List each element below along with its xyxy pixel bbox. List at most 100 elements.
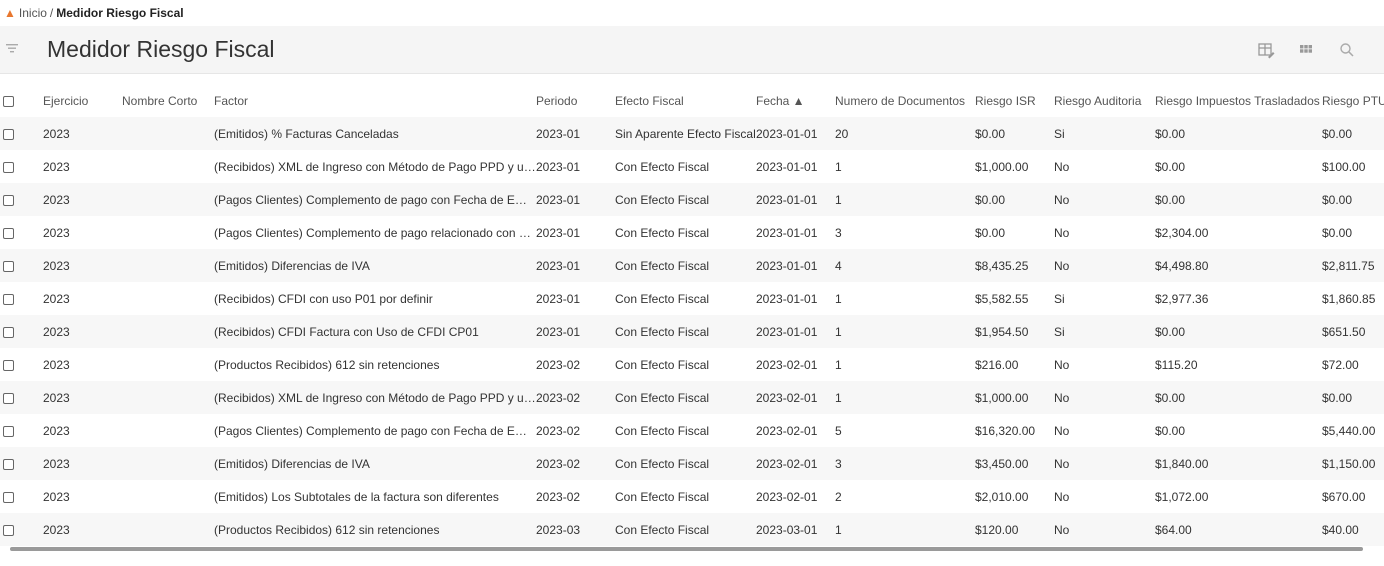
table-cell: 2023-02 [536, 381, 615, 414]
table-row[interactable]: 2023 (Recibidos) CFDI Factura con Uso de … [0, 315, 1384, 348]
table-cell: 2023-03-01 [756, 513, 835, 546]
row-checkbox[interactable] [3, 491, 14, 503]
table-cell: $0.00 [1155, 381, 1322, 414]
table-row[interactable]: 2023 (Emitidos) Diferencias de IVA 2023-02… [0, 447, 1384, 480]
search-icon[interactable] [1338, 41, 1356, 59]
row-checkbox[interactable] [3, 227, 14, 239]
table-cell: No [1054, 447, 1155, 480]
table-cell: 2023 [43, 282, 122, 315]
row-checkbox[interactable] [3, 326, 14, 338]
table-cell: No [1054, 381, 1155, 414]
table-cell: 2023 [43, 117, 122, 150]
filter-icon[interactable] [5, 42, 19, 54]
column-header[interactable]: Nombre Corto [122, 84, 214, 117]
table-cell [122, 447, 214, 480]
table-cell: $16,320.00 [975, 414, 1054, 447]
row-checkbox[interactable] [3, 359, 14, 371]
table-row[interactable]: 2023 (Recibidos) CFDI con uso P01 por def… [0, 282, 1384, 315]
table-cell: $1,072.00 [1155, 480, 1322, 513]
table-row[interactable]: 2023 (Emitidos) Diferencias de IVA 2023-01… [0, 249, 1384, 282]
breadcrumb: ▲ Inicio / Medidor Riesgo Fiscal [0, 0, 1384, 26]
row-checkbox[interactable] [3, 524, 14, 536]
table-row[interactable]: 2023 (Recibidos) XML de Ingreso con Métod… [0, 150, 1384, 183]
home-icon[interactable]: ▲ [4, 6, 16, 20]
table-cell: No [1054, 249, 1155, 282]
table-cell: $40.00 [1322, 513, 1384, 546]
table-cell: 2023-02-01 [756, 381, 835, 414]
table-cell: 1 [835, 381, 975, 414]
breadcrumb-home-link[interactable]: Inicio [19, 6, 47, 20]
table-cell: $64.00 [1155, 513, 1322, 546]
row-checkbox-cell [0, 150, 43, 183]
table-cell: 1 [835, 513, 975, 546]
table-cell [122, 513, 214, 546]
table-cell: 2023-01-01 [756, 216, 835, 249]
table-cell: 2023-02 [536, 480, 615, 513]
table-cell: $0.00 [1155, 183, 1322, 216]
table-row[interactable]: 2023 (Pagos Clientes) Complemento de pago… [0, 216, 1384, 249]
table-cell: 2023-01-01 [756, 183, 835, 216]
table-cell: $216.00 [975, 348, 1054, 381]
table-cell: $1,000.00 [975, 150, 1054, 183]
table-cell: Con Efecto Fiscal [615, 414, 756, 447]
row-checkbox[interactable] [3, 161, 14, 173]
horizontal-scrollbar[interactable] [10, 547, 1363, 551]
table-row[interactable]: 2023 (Productos Recibidos) 612 sin retenc… [0, 348, 1384, 381]
row-checkbox[interactable] [3, 293, 14, 305]
table-cell: 2023-01-01 [756, 282, 835, 315]
table-cell: $5,440.00 [1322, 414, 1384, 447]
table-row[interactable]: 2023 (Recibidos) XML de Ingreso con Métod… [0, 381, 1384, 414]
page-header: Medidor Riesgo Fiscal [0, 26, 1384, 74]
row-checkbox[interactable] [3, 260, 14, 272]
column-header[interactable]: Riesgo ISR [975, 84, 1054, 117]
column-header[interactable]: Riesgo Impuestos Trasladados [1155, 84, 1322, 117]
row-checkbox[interactable] [3, 128, 14, 140]
row-checkbox[interactable] [3, 194, 14, 206]
table-cell: (Recibidos) XML de Ingreso con Método de… [214, 381, 536, 414]
column-header[interactable]: Ejercicio [43, 84, 122, 117]
table-cell: $0.00 [1155, 117, 1322, 150]
table-row[interactable]: 2023 (Emitidos) Los Subtotales de la fact… [0, 480, 1384, 513]
table-cell [122, 150, 214, 183]
table-row[interactable]: 2023 (Emitidos) % Facturas Canceladas 2023… [0, 117, 1384, 150]
table-cell [122, 282, 214, 315]
row-checkbox[interactable] [3, 425, 14, 437]
select-all-checkbox[interactable] [3, 95, 14, 107]
table-cell: Con Efecto Fiscal [615, 348, 756, 381]
table-cell: Si [1054, 117, 1155, 150]
table-cell: 2023-01 [536, 117, 615, 150]
table-cell: 2023-03 [536, 513, 615, 546]
table-edit-icon[interactable] [1257, 41, 1275, 59]
table-cell: 4 [835, 249, 975, 282]
table-cell: 2023-01-01 [756, 315, 835, 348]
table-cell: No [1054, 183, 1155, 216]
column-header[interactable]: Riesgo PTU [1322, 84, 1384, 117]
table-cell: (Pagos Clientes) Complemento de pago con… [214, 414, 536, 447]
table-cell: 2023 [43, 183, 122, 216]
column-header[interactable]: Numero de Documentos [835, 84, 975, 117]
row-checkbox[interactable] [3, 458, 14, 470]
column-header[interactable]: Riesgo Auditoria [1054, 84, 1155, 117]
table-cell: 2023-02 [536, 447, 615, 480]
table-cell: 2023 [43, 513, 122, 546]
table-cell: 20 [835, 117, 975, 150]
row-checkbox[interactable] [3, 392, 14, 404]
table-row[interactable]: 2023 (Productos Recibidos) 612 sin retenc… [0, 513, 1384, 546]
table-cell: Con Efecto Fiscal [615, 381, 756, 414]
table-cell: 2023-01 [536, 150, 615, 183]
table-cell [122, 183, 214, 216]
table-cell: 2 [835, 480, 975, 513]
row-checkbox-cell [0, 216, 43, 249]
table-cell [122, 216, 214, 249]
column-header[interactable]: Efecto Fiscal [615, 84, 756, 117]
column-header[interactable]: Factor [214, 84, 536, 117]
column-header[interactable]: Periodo [536, 84, 615, 117]
table-row[interactable]: 2023 (Pagos Clientes) Complemento de pago… [0, 414, 1384, 447]
columns-grid-icon[interactable] [1297, 41, 1315, 59]
data-grid: Ejercicio Nombre Corto Factor Periodo Ef… [0, 84, 1384, 546]
table-cell: (Emitidos) Los Subtotales de la factura … [214, 480, 536, 513]
table-row[interactable]: 2023 (Pagos Clientes) Complemento de pago… [0, 183, 1384, 216]
table-cell: 2023 [43, 150, 122, 183]
table-cell [122, 381, 214, 414]
column-header[interactable]: Fecha ▲ [756, 84, 835, 117]
